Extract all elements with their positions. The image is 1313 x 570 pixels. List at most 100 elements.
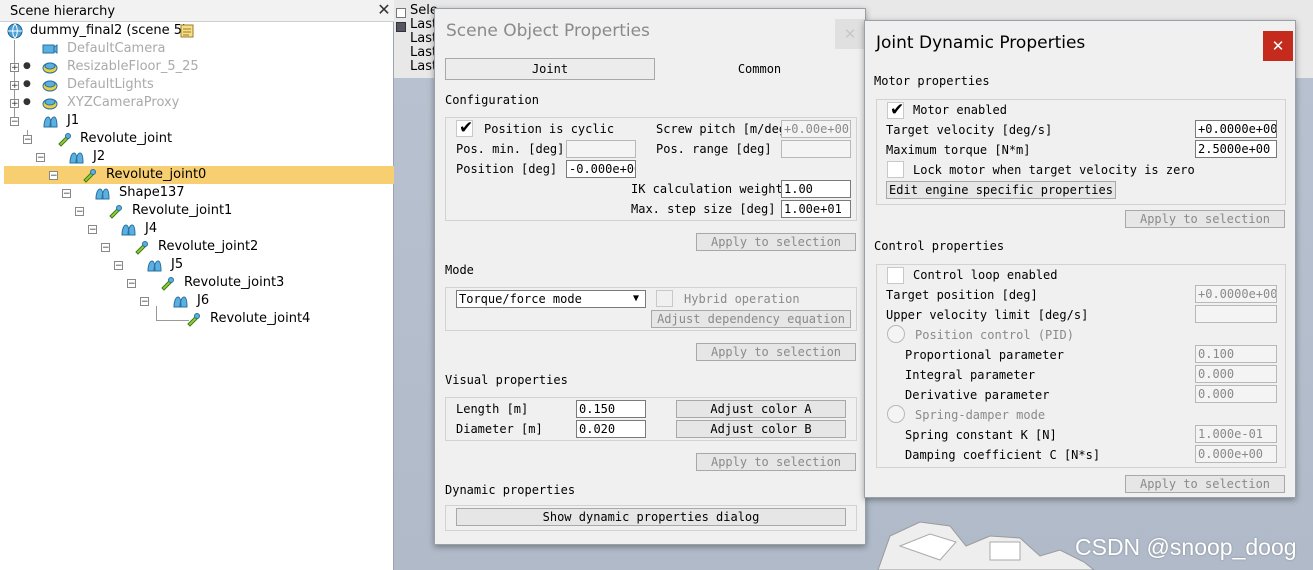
- spring-damper-label: Spring-damper mode: [915, 408, 1046, 422]
- expand-icon[interactable]: +: [10, 99, 19, 109]
- joint-icon: [83, 169, 96, 183]
- apply-control-button[interactable]: Apply to selection: [1125, 475, 1285, 493]
- motor-enabled-label: Motor enabled: [913, 103, 1007, 117]
- collapse-icon[interactable]: −: [101, 243, 110, 253]
- collapse-icon[interactable]: −: [127, 279, 136, 289]
- collapse-icon[interactable]: −: [49, 171, 58, 181]
- position-cyclic-checkbox[interactable]: ✔: [456, 118, 473, 138]
- max-step-label: Max. step size [deg]: [631, 202, 776, 216]
- apply-visual-button[interactable]: Apply to selection: [696, 453, 856, 471]
- dialog-title: Joint Dynamic Properties: [876, 33, 1086, 53]
- tree-item-label: J5: [171, 257, 184, 272]
- hierarchy-title: Scene hierarchy: [10, 4, 116, 19]
- pos-range-field[interactable]: [781, 140, 851, 158]
- pos-range-label: Pos. range [deg]: [656, 142, 772, 156]
- toggle-icon[interactable]: [396, 8, 406, 18]
- spring-constant-field[interactable]: 1.000e-01: [1195, 425, 1277, 443]
- toggle-icon[interactable]: [396, 22, 406, 32]
- control-heading: Control properties: [874, 239, 1005, 253]
- control-loop-checkbox[interactable]: [887, 267, 904, 284]
- pos-min-field[interactable]: [566, 140, 636, 158]
- control-group: Control loop enabled Target position [de…: [876, 264, 1286, 468]
- max-step-field[interactable]: 1.00e+01: [781, 200, 851, 218]
- close-icon[interactable]: ✕: [835, 19, 865, 49]
- position-control-radio[interactable]: [887, 325, 905, 343]
- collapse-icon[interactable]: −: [114, 261, 123, 271]
- pos-min-label: Pos. min. [deg]: [456, 142, 565, 156]
- configuration-heading: Configuration: [445, 93, 539, 107]
- motor-enabled-checkbox[interactable]: ✔: [887, 100, 904, 120]
- collapse-icon[interactable]: −: [36, 153, 45, 163]
- lock-motor-checkbox[interactable]: [887, 161, 904, 178]
- tab-common[interactable]: Common: [657, 58, 862, 80]
- adjust-dependency-button[interactable]: Adjust dependency equation: [651, 310, 851, 328]
- adjust-color-a-button[interactable]: Adjust color A: [676, 400, 846, 418]
- control-loop-label: Control loop enabled: [913, 268, 1058, 282]
- tree-item-label: J1: [67, 113, 80, 128]
- collapse-icon[interactable]: −: [10, 117, 19, 127]
- derivative-field[interactable]: 0.000: [1195, 385, 1277, 403]
- visibility-dot-icon: ●: [23, 97, 31, 107]
- edit-engine-properties-button[interactable]: Edit engine specific properties: [886, 181, 1116, 199]
- target-velocity-field[interactable]: +0.0000e+00: [1195, 120, 1277, 138]
- ik-weight-field[interactable]: 1.00: [781, 180, 851, 198]
- position-control-label: Position control (PID): [915, 328, 1074, 342]
- joint-icon: [135, 241, 148, 255]
- length-label: Length [m]: [456, 402, 529, 416]
- upper-velocity-label: Upper velocity limit [deg/s]: [886, 308, 1089, 322]
- tree-item-label: dummy_final2 (scene 5): [30, 23, 188, 38]
- close-icon[interactable]: ✕: [1263, 31, 1293, 61]
- dynamic-group: Show dynamic properties dialog: [445, 505, 857, 531]
- shape-icon: [173, 296, 188, 308]
- apply-configuration-button[interactable]: Apply to selection: [696, 233, 856, 251]
- mode-group: Torque/force mode ▼ Hybrid operation Adj…: [445, 287, 857, 331]
- hierarchy-close-icon[interactable]: ✕: [376, 2, 392, 18]
- show-dynamic-properties-button[interactable]: Show dynamic properties dialog: [456, 508, 846, 526]
- joint-icon: [161, 277, 174, 291]
- expand-icon[interactable]: +: [10, 63, 19, 73]
- collapse-icon[interactable]: −: [23, 135, 32, 145]
- expand-icon[interactable]: +: [10, 81, 19, 91]
- apply-mode-button[interactable]: Apply to selection: [696, 343, 856, 361]
- upper-velocity-field[interactable]: [1195, 305, 1277, 323]
- dialog-title: Scene Object Properties: [446, 21, 650, 41]
- shape-icon: [147, 260, 162, 272]
- shape-icon: [69, 152, 84, 164]
- integral-field[interactable]: 0.000: [1195, 365, 1277, 383]
- proportional-field[interactable]: 0.100: [1195, 345, 1277, 363]
- screw-pitch-field[interactable]: +0.00e+00: [781, 120, 851, 138]
- watermark-text: CSDN @snoop_doog: [1075, 534, 1297, 560]
- ik-weight-label: IK calculation weight: [631, 182, 783, 196]
- lock-motor-label: Lock motor when target velocity is zero: [913, 163, 1195, 177]
- damping-field[interactable]: 0.000e+00: [1195, 445, 1277, 463]
- max-torque-field[interactable]: 2.5000e+00: [1195, 140, 1277, 158]
- diameter-field[interactable]: 0.020: [576, 420, 646, 438]
- apply-motor-button[interactable]: Apply to selection: [1125, 210, 1285, 228]
- spring-damper-radio[interactable]: [887, 405, 905, 423]
- shape-icon: [42, 98, 58, 110]
- collapse-icon[interactable]: −: [140, 297, 149, 307]
- hierarchy-header: Scene hierarchy ✕: [0, 0, 394, 22]
- target-position-field[interactable]: +0.0000e+00: [1195, 285, 1277, 303]
- spring-constant-label: Spring constant K [N]: [905, 428, 1057, 442]
- hybrid-operation-checkbox[interactable]: [656, 290, 673, 307]
- tab-joint[interactable]: Joint: [445, 58, 655, 80]
- visibility-dot-icon: ●: [23, 61, 31, 71]
- scene-object-properties-dialog: Scene Object Properties ✕ Joint Common C…: [434, 8, 866, 545]
- collapse-icon[interactable]: −: [75, 207, 84, 217]
- collapse-icon[interactable]: −: [62, 189, 71, 199]
- tree-item-label: Revolute_joint0: [106, 167, 207, 182]
- position-cyclic-label: Position is cyclic: [484, 122, 615, 136]
- target-position-label: Target position [deg]: [886, 288, 1038, 302]
- screw-pitch-label: Screw pitch [m/deg]: [656, 122, 794, 136]
- joint-dynamic-properties-dialog: Joint Dynamic Properties ✕ Motor propert…: [864, 20, 1296, 498]
- length-field[interactable]: 0.150: [576, 400, 646, 418]
- position-field[interactable]: -0.000e+00: [566, 160, 636, 178]
- tree-item-label: Revolute_joint4: [210, 311, 311, 326]
- adjust-color-b-button[interactable]: Adjust color B: [676, 420, 846, 438]
- notes-icon[interactable]: [179, 23, 195, 39]
- mode-select[interactable]: Torque/force mode ▼: [456, 290, 646, 308]
- scene-hierarchy-panel: Scene hierarchy ✕ dummy_final2 (scene 5)…: [0, 0, 394, 570]
- visual-group: Length [m] 0.150 Adjust color A Diameter…: [445, 397, 857, 441]
- collapse-icon[interactable]: −: [88, 225, 97, 235]
